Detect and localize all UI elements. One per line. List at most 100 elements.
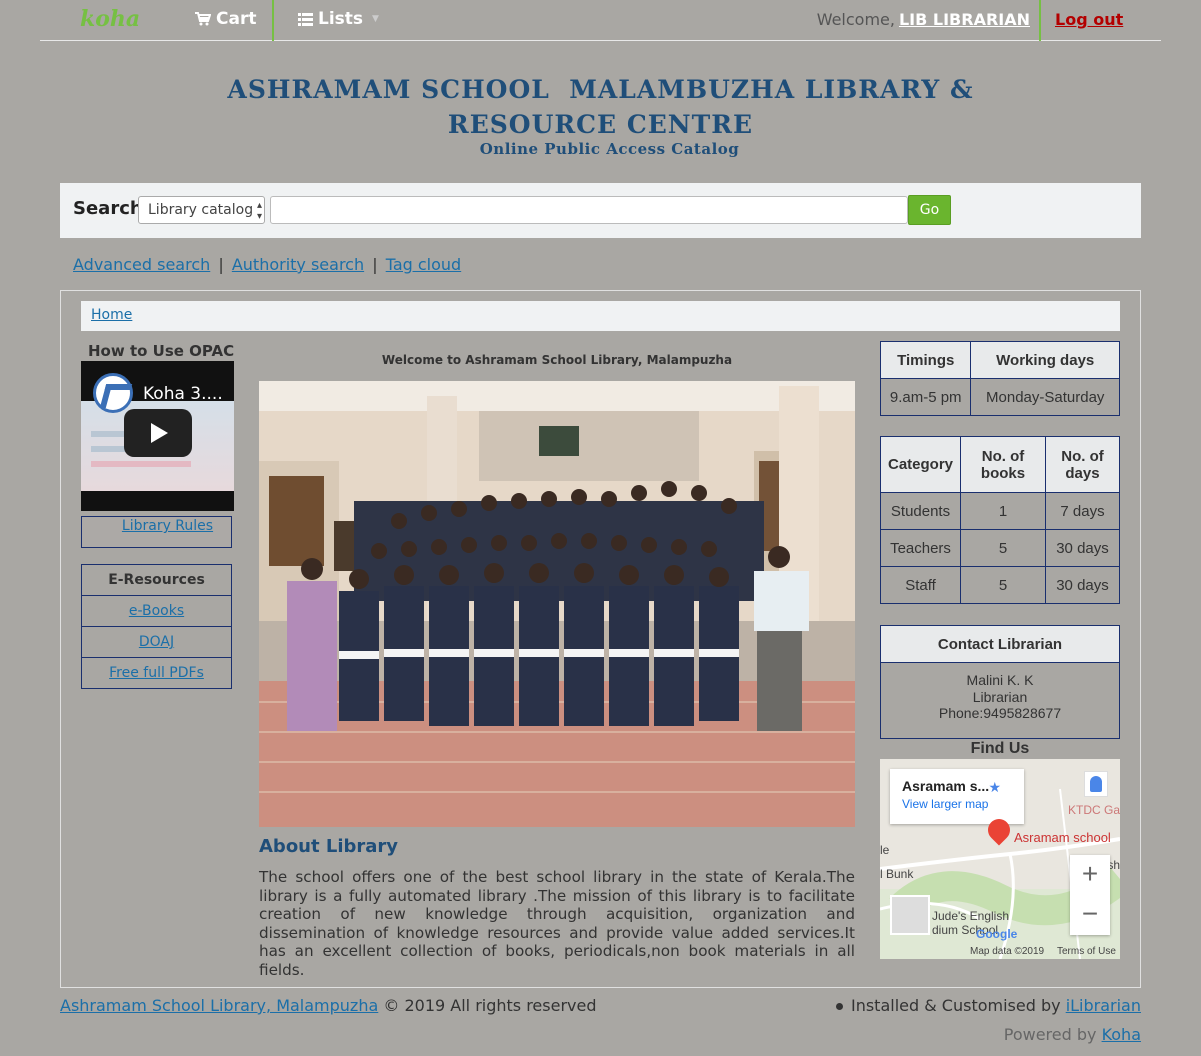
google-logo: Google (976, 927, 1018, 941)
days-cell: 30 days (1045, 566, 1120, 604)
zoom-in-icon[interactable]: + (1070, 855, 1110, 895)
category-cell: Teachers (880, 529, 961, 567)
user-link[interactable]: LIB LIBRARIAN (899, 10, 1030, 29)
timings-header: Timings (879, 341, 972, 379)
map-terms-link[interactable]: Terms of Use (1057, 946, 1116, 957)
library-title: ASHRAMAM SCHOOL MALAMBUZHA LIBRARY & RES… (0, 72, 1201, 142)
cart-icon (195, 12, 211, 26)
top-navbar: koha Cart Lists ▼ Welcome, LIB LIBRARIAN … (40, 0, 1161, 41)
search-input[interactable] (270, 196, 908, 224)
play-icon[interactable] (124, 409, 192, 457)
days-cell: 30 days (1045, 529, 1120, 567)
eresources-cell: Free full PDFs (81, 657, 232, 689)
authority-search-link[interactable]: Authority search (232, 255, 364, 274)
opac-video[interactable]: Koha 3.... (81, 361, 234, 511)
days-cell: 7 days (1045, 492, 1120, 530)
category-cell: Students (880, 492, 961, 530)
librarian-role: Librarian (972, 688, 1028, 705)
koha-link[interactable]: Koha (1102, 1025, 1141, 1044)
contact-body: Malini K. K Librarian Phone:9495828677 (881, 663, 1119, 722)
find-us-heading: Find Us (970, 740, 1030, 757)
footer-copyright: Ashramam School Library, Malampuzha © 20… (60, 996, 597, 1015)
table-row: Students 1 7 days (880, 492, 1120, 530)
video-thumb-line (91, 461, 191, 467)
koha-logo[interactable]: koha (80, 6, 140, 32)
powered-by: Powered by Koha (1004, 1025, 1141, 1044)
breadcrumb-home[interactable]: Home (91, 307, 132, 323)
library-rules-box: Library Rules (81, 516, 232, 548)
map-place-card: Asramam s... ★ View larger map (890, 769, 1024, 824)
search-scope-value: Library catalog (148, 202, 254, 218)
nav-divider (1039, 0, 1041, 41)
school-group-photo (259, 381, 855, 827)
borrowing-rules-table: Category No. of books No. of days Studen… (880, 436, 1120, 604)
lists-menu[interactable]: Lists ▼ (298, 9, 379, 29)
timings-table: Timings Working days 9.am-5 pm Monday-Sa… (879, 341, 1120, 416)
street-view-icon[interactable] (1084, 771, 1108, 797)
library-subtitle: Online Public Access Catalog (479, 140, 740, 158)
map-label: Jude's English (932, 909, 1010, 923)
librarian-name: Malini K. K (966, 672, 1034, 688)
star-icon[interactable]: ★ (988, 779, 1001, 796)
group-photo-image (259, 381, 855, 827)
map-label: KTDC Ga (1067, 803, 1120, 817)
students-group (287, 481, 809, 731)
category-header: Category (880, 436, 961, 493)
map-label: Asramam school (1014, 830, 1111, 845)
contact-title: Contact Librarian (881, 626, 1119, 663)
doaj-link[interactable]: DOAJ (139, 634, 174, 650)
caret-down-icon: ▼ (372, 14, 379, 24)
library-rules-link[interactable]: Library Rules (122, 518, 213, 534)
books-header: No. of books (960, 436, 1046, 493)
select-arrow-icon: ▴ ▾ (256, 200, 262, 222)
footer-library-link[interactable]: Ashramam School Library, Malampuzha (60, 996, 378, 1015)
howto-title: How to Use OPAC (88, 342, 235, 360)
footer-credits: Installed & Customised by iLibrarian (835, 996, 1141, 1015)
librarian-phone: Phone:9495828677 (938, 705, 1062, 721)
tag-cloud-link[interactable]: Tag cloud (386, 255, 462, 274)
powered-by-text: Powered by (1003, 1025, 1097, 1044)
ebooks-link[interactable]: e-Books (129, 603, 184, 619)
free-pdfs-link[interactable]: Free full PDFs (109, 665, 204, 681)
map-label: l Bunk (880, 867, 914, 881)
books-cell: 5 (960, 566, 1046, 604)
logout-link[interactable]: Log out (1055, 10, 1123, 29)
bullet-icon (835, 1003, 843, 1010)
search-bar: Search Library catalog ▴ ▾ Go (60, 183, 1141, 238)
eresources-title: E-Resources (81, 564, 232, 596)
eresources-cell: DOAJ (81, 626, 232, 658)
about-library-heading: About Library (259, 836, 399, 857)
advanced-search-link[interactable]: Advanced search (73, 255, 210, 274)
map-zoom-control: + − (1070, 855, 1110, 935)
search-links: Advanced search | Authority search | Tag… (73, 255, 462, 274)
view-larger-map-link[interactable]: View larger map (902, 797, 1012, 811)
breadcrumb: Home (81, 301, 1120, 331)
table-row: Teachers 5 30 days (880, 529, 1120, 567)
map-type-toggle[interactable] (890, 895, 930, 935)
ilibrarian-link[interactable]: iLibrarian (1066, 996, 1141, 1015)
library-title-line1: ASHRAMAM SCHOOL MALAMBUZHA LIBRARY & (227, 75, 974, 104)
footer-rights: © 2019 All rights reserved (383, 996, 597, 1015)
nav-divider (272, 0, 274, 41)
map-data-credit: Map data ©2019 (970, 946, 1045, 957)
table-row: Staff 5 30 days (880, 566, 1120, 604)
google-map[interactable]: Asramam s... ★ View larger map KTDC Ga A… (880, 759, 1120, 959)
koha-video-logo-icon (93, 373, 133, 413)
zoom-out-icon[interactable]: − (1070, 895, 1110, 935)
main-content: Home How to Use OPAC Koha 3.... Library … (60, 290, 1141, 988)
books-cell: 5 (960, 529, 1046, 567)
welcome-message: Welcome, LIB LIBRARIAN (817, 10, 1030, 29)
search-scope-select[interactable]: Library catalog ▴ ▾ (138, 196, 265, 224)
list-icon (298, 12, 313, 26)
cart-button[interactable]: Cart (195, 9, 256, 29)
eresources-table: E-Resources e-Books DOAJ Free full PDFs (81, 564, 232, 689)
contact-librarian-box: Contact Librarian Malini K. K Librarian … (880, 625, 1120, 739)
books-cell: 1 (960, 492, 1046, 530)
library-title-line2: RESOURCE CENTRE (447, 110, 754, 139)
about-library-text: The school offers one of the best school… (259, 868, 855, 979)
timings-value: 9.am-5 pm (879, 378, 972, 416)
search-go-button[interactable]: Go (908, 195, 951, 225)
working-days-value: Monday-Saturday (970, 378, 1120, 416)
welcome-heading: Welcome to Ashramam School Library, Mala… (381, 353, 733, 367)
lists-label: Lists (318, 9, 364, 29)
